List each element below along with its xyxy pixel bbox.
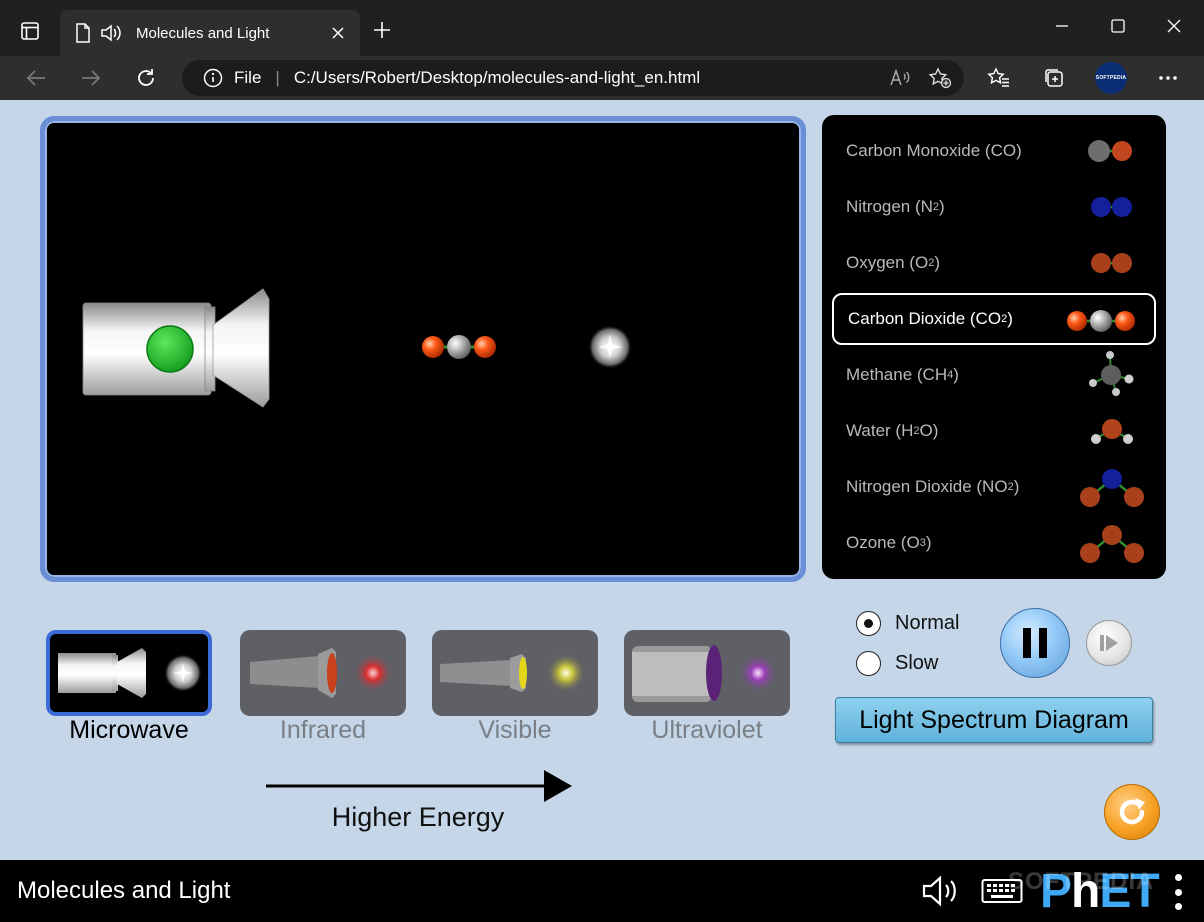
collections-icon[interactable] bbox=[1036, 60, 1072, 96]
molecule-label: Nitrogen Dioxide (NO bbox=[846, 477, 1008, 496]
microwave-photon bbox=[588, 325, 632, 369]
molecule-option-no2[interactable]: Nitrogen Dioxide (NO 2) bbox=[832, 461, 1156, 513]
molecule-label: Nitrogen (N bbox=[846, 197, 933, 216]
close-tab-icon[interactable] bbox=[328, 23, 348, 43]
softpedia-watermark: SOFTPEDIA bbox=[1008, 868, 1155, 895]
higher-energy-label: Higher Energy bbox=[331, 802, 505, 832]
phet-menu-icon[interactable] bbox=[1170, 874, 1186, 910]
address-url[interactable]: C:/Users/Robert/Desktop/molecules-and-li… bbox=[294, 68, 884, 88]
light-source-infrared[interactable] bbox=[240, 630, 406, 716]
new-tab-icon[interactable] bbox=[368, 16, 396, 44]
step-forward-icon bbox=[1100, 635, 1118, 651]
browser-toolbar: File | C:/Users/Robert/Desktop/molecules… bbox=[0, 56, 1204, 100]
light-spectrum-diagram-button[interactable]: Light Spectrum Diagram bbox=[835, 697, 1153, 743]
light-source-label: Infrared bbox=[279, 716, 367, 744]
pause-button[interactable] bbox=[1000, 608, 1070, 678]
molecule-option-n2[interactable]: Nitrogen (N 2) bbox=[832, 181, 1156, 233]
light-source-visible[interactable] bbox=[432, 630, 598, 716]
reset-icon bbox=[1119, 798, 1145, 825]
address-scheme: File bbox=[234, 68, 262, 87]
molecule-label: Ozone (O bbox=[846, 533, 920, 552]
address-bar[interactable]: File | C:/Users/Robert/Desktop/molecules… bbox=[182, 60, 964, 96]
sound-icon[interactable] bbox=[920, 873, 964, 909]
higher-energy-arrow bbox=[266, 770, 572, 802]
tab-actions-icon[interactable] bbox=[14, 16, 46, 46]
molecule-panel: Carbon Monoxide (CO) Nitrogen (N 2) Oxyge… bbox=[822, 115, 1166, 579]
sim-title: Molecules and Light bbox=[17, 877, 231, 904]
back-icon[interactable] bbox=[18, 60, 54, 96]
tab-title: Molecules and Light bbox=[136, 24, 270, 42]
page-icon bbox=[72, 22, 94, 44]
address-separator: | bbox=[275, 68, 280, 87]
molecule-option-h2o[interactable]: Water (H 2 O) bbox=[832, 405, 1156, 457]
light-source-ultraviolet[interactable] bbox=[624, 630, 790, 716]
molecule-option-co[interactable]: Carbon Monoxide (CO) bbox=[832, 125, 1156, 177]
o2-molecule-icon bbox=[1091, 253, 1132, 273]
minimize-icon[interactable] bbox=[1036, 6, 1088, 46]
ch4-molecule-icon bbox=[1089, 351, 1134, 396]
molecule-option-co2[interactable]: Carbon Dioxide (CO 2) bbox=[832, 293, 1156, 345]
speed-slow-radio[interactable]: Slow bbox=[856, 649, 976, 677]
reset-all-button[interactable] bbox=[1104, 784, 1160, 840]
molecule-label: Carbon Dioxide (CO bbox=[848, 309, 1002, 328]
step-forward-button[interactable] bbox=[1086, 620, 1132, 666]
refresh-icon[interactable] bbox=[128, 60, 164, 96]
co-molecule-icon bbox=[1088, 140, 1132, 162]
info-icon[interactable] bbox=[202, 67, 224, 89]
browser-tab[interactable]: Molecules and Light bbox=[60, 10, 360, 56]
more-options-icon[interactable] bbox=[1150, 60, 1186, 96]
co2-molecule bbox=[422, 335, 496, 359]
speed-slow-label: Slow bbox=[895, 651, 939, 674]
n2-molecule-icon bbox=[1091, 197, 1132, 217]
observation-window bbox=[40, 116, 806, 582]
speaker-icon[interactable] bbox=[100, 22, 122, 44]
read-aloud-icon[interactable] bbox=[884, 62, 916, 94]
add-favorite-icon[interactable] bbox=[924, 62, 956, 94]
light-source-microwave[interactable] bbox=[46, 630, 212, 716]
radio-indicator[interactable] bbox=[856, 610, 881, 636]
radio-indicator[interactable] bbox=[856, 650, 881, 676]
o3-molecule-icon bbox=[1080, 525, 1144, 563]
forward-icon[interactable] bbox=[73, 60, 109, 96]
no2-molecule-icon bbox=[1080, 469, 1144, 507]
molecule-option-o3[interactable]: Ozone (O 3) bbox=[832, 517, 1156, 569]
light-emitter[interactable] bbox=[82, 288, 270, 408]
molecule-label: Carbon Monoxide (CO) bbox=[846, 141, 1022, 160]
light-source-label: Ultraviolet bbox=[651, 716, 763, 744]
light-source-label: Visible bbox=[478, 716, 552, 744]
profile-avatar[interactable]: SOFTPEDIA bbox=[1095, 62, 1127, 94]
emitter-on-button[interactable] bbox=[146, 325, 194, 373]
h2o-molecule-icon bbox=[1091, 419, 1133, 444]
phet-navigation-bar: Molecules and Light PhET SOFTPEDIA bbox=[0, 860, 1204, 922]
browser-titlebar: Molecules and Light bbox=[0, 0, 1204, 56]
pause-icon bbox=[1023, 628, 1047, 658]
molecule-label: Methane (CH bbox=[846, 365, 948, 384]
speed-normal-label: Normal bbox=[895, 611, 960, 634]
co2-molecule-icon bbox=[1067, 310, 1135, 332]
simulation-screen: Carbon Monoxide (CO) Nitrogen (N 2) Oxyge… bbox=[0, 100, 1204, 860]
maximize-icon[interactable] bbox=[1092, 6, 1144, 46]
molecule-option-o2[interactable]: Oxygen (O 2) bbox=[832, 237, 1156, 289]
favorites-icon[interactable] bbox=[981, 60, 1017, 96]
speed-normal-radio[interactable]: Normal bbox=[856, 609, 976, 637]
molecule-option-ch4[interactable]: Methane (CH 4) bbox=[832, 349, 1156, 401]
close-window-icon[interactable] bbox=[1148, 6, 1200, 46]
molecule-label: Oxygen (O bbox=[846, 253, 929, 272]
light-source-label: Microwave bbox=[69, 716, 189, 744]
molecule-label: Water (H bbox=[846, 421, 914, 440]
